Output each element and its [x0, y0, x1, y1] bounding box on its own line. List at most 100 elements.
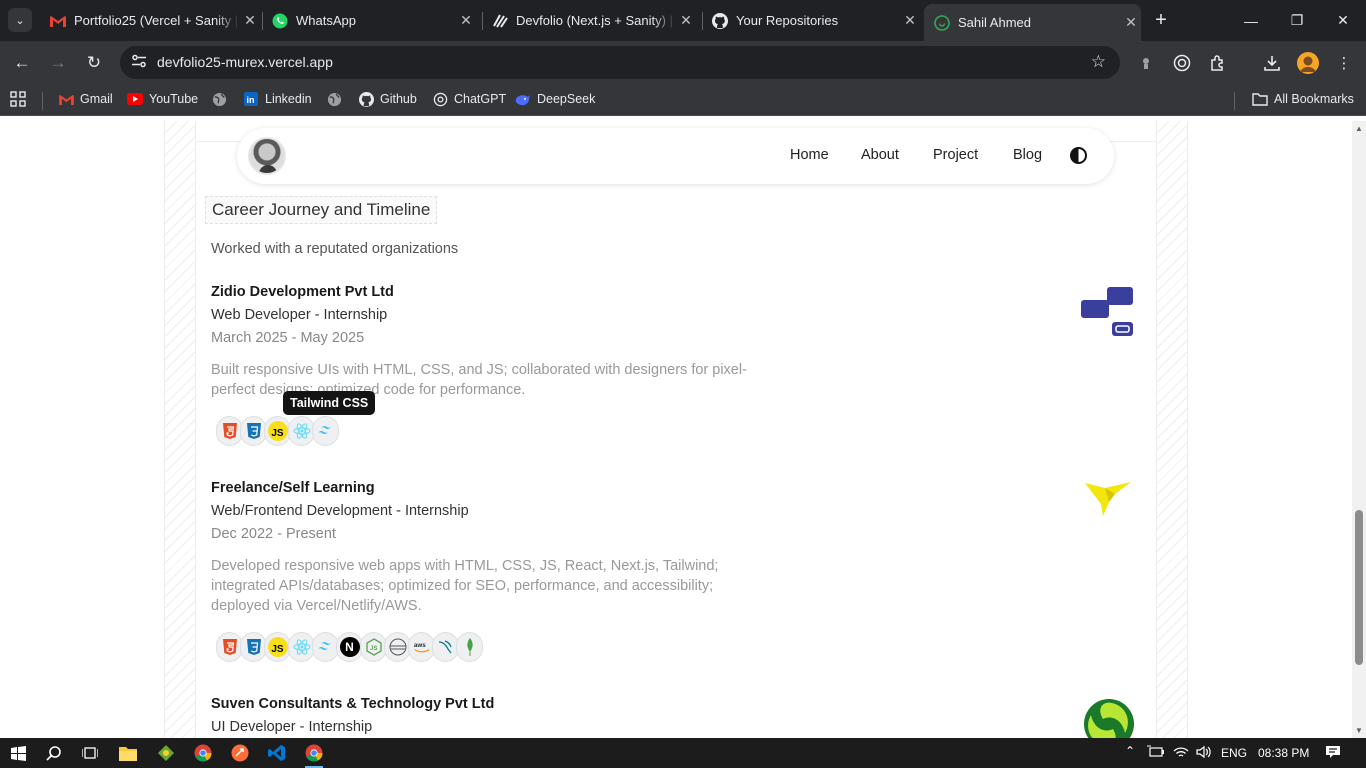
tab-sahil-ahmed[interactable]: Sahil Ahmed ✕	[924, 4, 1141, 41]
forward-icon[interactable]: →	[44, 49, 72, 77]
github-icon	[358, 91, 374, 107]
nav-home[interactable]: Home	[790, 147, 829, 163]
scrollbar-thumb[interactable]	[1355, 510, 1363, 665]
nav-about[interactable]: About	[861, 147, 899, 163]
tray-expand-icon[interactable]: ⌃	[1125, 744, 1135, 758]
chrome-icon[interactable]	[191, 742, 215, 764]
wifi-icon[interactable]	[1173, 745, 1189, 762]
download-icon[interactable]	[1261, 52, 1283, 74]
bookmark-star-icon[interactable]: ☆	[1091, 52, 1106, 72]
bookmark-globe-2[interactable]	[326, 91, 348, 107]
volume-icon[interactable]	[1196, 745, 1212, 762]
bookmark-deepseek[interactable]: DeepSeek	[515, 91, 595, 107]
restore-icon[interactable]: ❐	[1274, 0, 1320, 41]
back-icon[interactable]: ←	[8, 49, 36, 77]
chrome-active-icon[interactable]	[302, 742, 326, 768]
all-bookmarks[interactable]: All Bookmarks	[1252, 91, 1354, 107]
javascript-icon[interactable]: JS	[264, 632, 291, 662]
task-view-icon[interactable]	[78, 742, 102, 764]
extensions-puzzle-icon[interactable]	[1207, 52, 1229, 74]
section-title: Career Journey and Timeline	[205, 196, 438, 224]
postman-icon[interactable]	[228, 742, 252, 764]
vscode-icon[interactable]	[265, 742, 289, 764]
minimize-icon[interactable]: —	[1228, 0, 1274, 41]
tailwind-icon[interactable]	[312, 416, 339, 446]
language-indicator[interactable]: ENG	[1221, 746, 1247, 760]
address-bar[interactable]: devfolio25-murex.vercel.app ☆	[120, 46, 1120, 79]
new-tab-icon[interactable]: +	[1150, 9, 1172, 32]
aws-icon[interactable]: aws	[408, 632, 435, 662]
nextjs-icon[interactable]: N	[336, 632, 363, 662]
notifications-icon[interactable]	[1325, 745, 1341, 762]
tab-title: Devfolio (Next.js + Sanity) | s	[516, 13, 676, 28]
tab-search-button[interactable]: ⌄	[8, 8, 32, 32]
extension-dot-icon[interactable]	[1135, 52, 1157, 74]
close-window-icon[interactable]: ✕	[1320, 0, 1366, 41]
scroll-up-icon[interactable]: ▲	[1354, 124, 1364, 133]
job-role: UI Developer - Internship	[211, 719, 373, 735]
close-tab-icon[interactable]: ✕	[456, 12, 476, 29]
html5-icon[interactable]	[216, 632, 243, 662]
mongodb-icon[interactable]	[456, 632, 483, 662]
windows-start-icon[interactable]	[6, 742, 30, 764]
svg-text:JS: JS	[370, 646, 377, 652]
clock[interactable]: 08:38 PM	[1258, 746, 1309, 760]
target-extension-icon[interactable]	[1171, 52, 1193, 74]
tech-stack: JS N JS aws	[216, 632, 1151, 662]
nav-blog[interactable]: Blog	[1013, 147, 1042, 163]
section-subtitle: Worked with a reputated organizations	[211, 241, 459, 257]
file-explorer-icon[interactable]	[116, 742, 140, 764]
search-icon[interactable]	[42, 742, 66, 764]
bookmark-youtube[interactable]: YouTube	[127, 91, 198, 107]
bookmark-globe[interactable]	[211, 91, 233, 107]
experience-item: Freelance/Self Learning Web/Frontend Dev…	[211, 480, 1151, 662]
nodejs-icon[interactable]: JS	[360, 632, 387, 662]
tailwind-icon[interactable]	[312, 632, 339, 662]
bookmark-label: DeepSeek	[537, 92, 596, 106]
url-text[interactable]: devfolio25-murex.vercel.app	[157, 54, 333, 70]
tab-whatsapp[interactable]: WhatsApp ✕	[262, 5, 476, 36]
react-icon[interactable]	[288, 416, 315, 446]
close-tab-icon[interactable]: ✕	[240, 12, 260, 29]
site-icon	[934, 14, 950, 31]
company-name: Zidio Development Pvt Ltd	[211, 284, 394, 300]
tab-your-repositories[interactable]: Your Repositories ✕	[702, 5, 920, 36]
react-icon[interactable]	[288, 632, 315, 662]
nav-project[interactable]: Project	[933, 147, 978, 163]
site-info-icon[interactable]	[130, 54, 148, 72]
css3-icon[interactable]	[240, 416, 267, 446]
job-date: Dec 2022 - Present	[211, 526, 336, 542]
mysql-icon[interactable]	[432, 632, 459, 662]
tab-devfolio[interactable]: Devfolio (Next.js + Sanity) | s ✕	[482, 5, 696, 36]
right-hatch-border	[1156, 121, 1188, 738]
bookmark-chatgpt[interactable]: ChatGPT	[432, 91, 506, 107]
more-menu-icon[interactable]: ⋮	[1333, 52, 1355, 74]
profile-avatar-icon[interactable]	[1297, 52, 1319, 74]
bookmark-github[interactable]: Github	[358, 91, 417, 107]
close-tab-icon[interactable]: ✕	[676, 12, 696, 29]
close-tab-icon[interactable]: ✕	[900, 12, 920, 29]
css3-icon[interactable]	[240, 632, 267, 662]
git-extension-icon[interactable]	[154, 742, 178, 764]
express-icon[interactable]	[384, 632, 411, 662]
profile-avatar[interactable]	[248, 137, 286, 175]
tab-title: Portfolio25 (Vercel + Sanity |	[74, 13, 239, 28]
apps-grid-icon[interactable]	[10, 91, 26, 107]
battery-icon[interactable]	[1147, 745, 1165, 762]
html5-icon[interactable]	[216, 416, 243, 446]
all-bookmarks-label: All Bookmarks	[1274, 92, 1354, 106]
reload-icon[interactable]: ↻	[80, 49, 108, 77]
bookmark-label: ChatGPT	[454, 92, 507, 106]
company-name: Suven Consultants & Technology Pvt Ltd	[211, 696, 495, 712]
page-scrollbar[interactable]: ▲ ▼	[1352, 121, 1366, 738]
bookmark-gmail[interactable]: Gmail	[58, 91, 113, 107]
bookmark-separator	[42, 92, 43, 110]
scroll-down-icon[interactable]: ▼	[1354, 726, 1364, 735]
tab-title: WhatsApp	[296, 13, 356, 28]
gmail-icon	[58, 91, 74, 107]
tab-portfolio25[interactable]: Portfolio25 (Vercel + Sanity | ✕	[40, 5, 260, 36]
javascript-icon[interactable]: JS	[264, 416, 291, 446]
theme-toggle-icon[interactable]	[1070, 147, 1087, 164]
close-tab-icon[interactable]: ✕	[1121, 14, 1141, 31]
bookmark-linkedin[interactable]: in Linkedin	[243, 91, 312, 107]
